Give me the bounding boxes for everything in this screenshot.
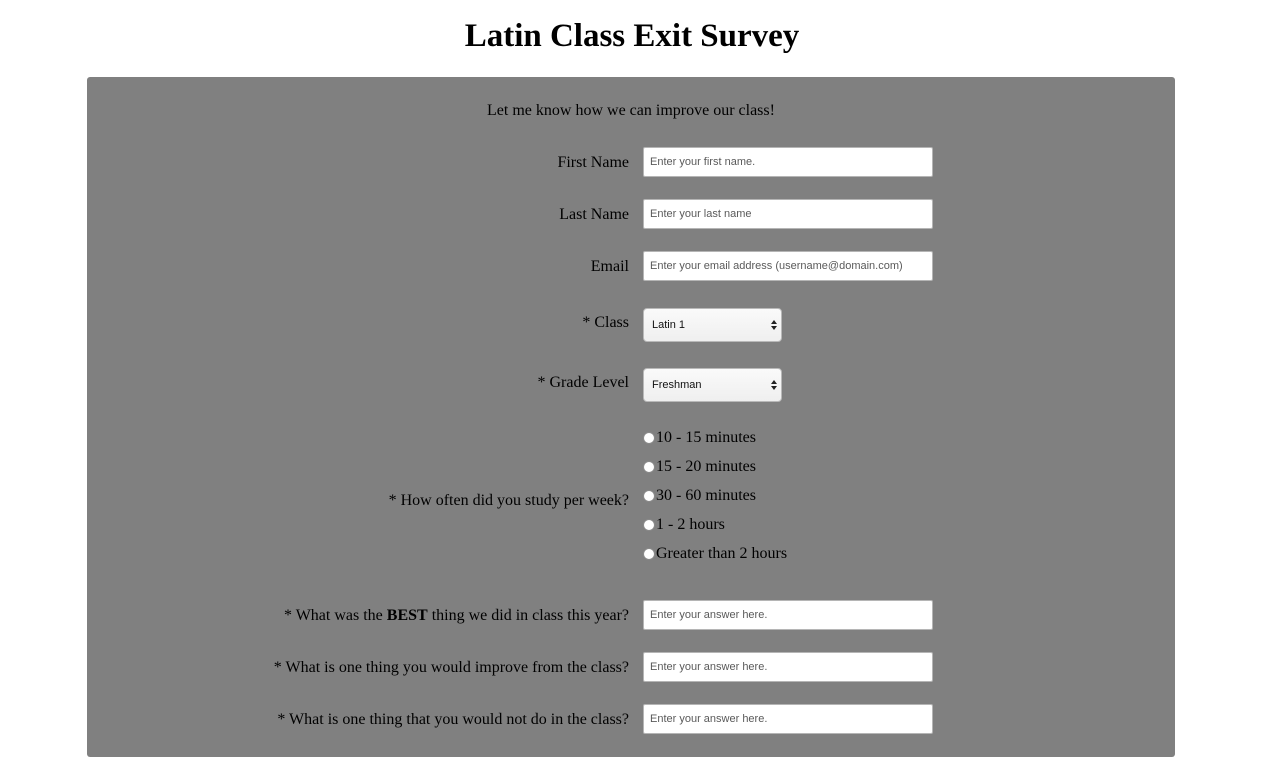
improve-label: * What is one thing you would improve fr… <box>273 659 629 676</box>
study-option[interactable]: Greater than 2 hours <box>643 544 787 564</box>
class-select-value: Latin 1 <box>652 319 686 331</box>
study-option[interactable]: 10 - 15 minutes <box>643 428 756 448</box>
radio-button[interactable] <box>643 490 655 502</box>
grade-level-select[interactable]: Freshman <box>643 368 782 402</box>
survey-form: Let me know how we can improve our class… <box>87 77 1175 757</box>
study-option-label: Greater than 2 hours <box>656 545 788 562</box>
radio-button[interactable] <box>643 548 655 560</box>
study-frequency-label: * How often did you study per week? <box>388 492 629 509</box>
study-option[interactable]: 15 - 20 minutes <box>643 457 756 477</box>
select-arrows-icon <box>771 378 777 392</box>
study-option-label: 15 - 20 minutes <box>656 458 756 475</box>
radio-button[interactable] <box>643 519 655 531</box>
best-thing-label-suffix: thing we did in class this year? <box>427 607 629 624</box>
not-do-label: * What is one thing that you would not d… <box>277 711 629 728</box>
study-option-label: 1 - 2 hours <box>656 516 725 533</box>
last-name-field[interactable] <box>643 199 933 229</box>
best-thing-label: * What was the BEST thing we did in clas… <box>284 606 629 626</box>
radio-button[interactable] <box>643 432 655 444</box>
email-label: Email <box>590 258 629 275</box>
study-option-label: 30 - 60 minutes <box>656 487 756 504</box>
first-name-field[interactable] <box>643 147 933 177</box>
grade-level-select-value: Freshman <box>652 379 702 391</box>
study-option[interactable]: 1 - 2 hours <box>643 515 725 535</box>
class-label: * Class <box>582 314 629 331</box>
select-arrows-icon <box>771 318 777 332</box>
improve-field[interactable] <box>643 652 933 682</box>
radio-button[interactable] <box>643 461 655 473</box>
first-name-label: First Name <box>557 154 629 171</box>
best-thing-label-prefix: * What was the <box>283 607 387 624</box>
study-option-label: 10 - 15 minutes <box>656 429 756 446</box>
not-do-field[interactable] <box>643 704 933 734</box>
class-select[interactable]: Latin 1 <box>643 308 782 342</box>
best-thing-label-emphasis: BEST <box>386 607 428 624</box>
grade-level-label: * Grade Level <box>537 374 629 391</box>
last-name-label: Last Name <box>559 206 629 223</box>
email-field[interactable] <box>643 251 933 281</box>
survey-intro: Let me know how we can improve our class… <box>487 102 775 119</box>
best-thing-field[interactable] <box>643 600 933 630</box>
study-option[interactable]: 30 - 60 minutes <box>643 486 756 506</box>
page-title: Latin Class Exit Survey <box>464 18 800 54</box>
